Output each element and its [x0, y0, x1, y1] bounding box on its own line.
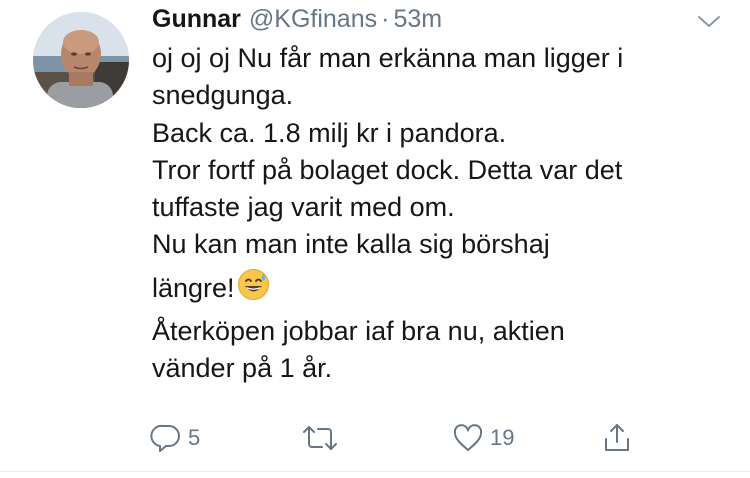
tweet-text-line: Nu kan man inte kalla sig börshaj	[152, 229, 550, 260]
heart-icon	[453, 424, 483, 451]
tweet-actions: 5 19	[0, 418, 750, 458]
timestamp[interactable]: 53m	[393, 3, 442, 35]
reply-count: 5	[188, 425, 201, 450]
tweet-text-line: tuffaste jag varit med om.	[152, 192, 455, 223]
chevron-down-icon	[698, 16, 720, 27]
tweet-text-line: Återköpen jobbar iaf bra nu, aktien	[152, 315, 565, 346]
share-icon	[605, 424, 629, 451]
tweet-divider	[0, 471, 750, 472]
like-button[interactable]: 19	[452, 418, 514, 458]
tweet-text-line: oj oj oj Nu får man erkänna man ligger i	[152, 43, 624, 73]
tweet-text-line: Tror fortf på bolaget dock. Detta var de…	[152, 154, 623, 185]
like-count: 19	[490, 425, 515, 450]
grinning-face-with-sweat-icon	[237, 268, 270, 301]
retweet-button[interactable]	[302, 418, 344, 458]
tweet-text-line: vänder på 1 år.	[152, 353, 333, 384]
tweet-text-line: snedgunga.	[152, 80, 294, 111]
tweet-menu-button[interactable]	[694, 6, 724, 36]
share-button[interactable]	[602, 418, 638, 458]
reply-button[interactable]: 5	[150, 418, 200, 458]
tweet-text-line: Back ca. 1.8 milj kr i pandora.	[152, 117, 507, 148]
user-handle[interactable]: @KGfinans	[249, 3, 377, 35]
display-name[interactable]: Gunnar	[152, 3, 241, 35]
retweet-icon	[303, 426, 337, 450]
profile-photo	[33, 12, 129, 108]
tweet-header: Gunnar @KGfinans · 53m	[152, 3, 442, 35]
tweet-text: oj oj oj Nu får man erkänna man ligger i…	[152, 40, 732, 387]
avatar[interactable]	[33, 12, 129, 108]
separator-dot: ·	[381, 5, 390, 33]
tweet-text-line-with-emoji: längre!	[152, 264, 732, 313]
tweet[interactable]: Gunnar @KGfinans · 53m oj oj oj Nu får m…	[0, 0, 750, 478]
reply-icon	[150, 424, 180, 452]
tweet-text-line: längre!	[152, 272, 235, 303]
